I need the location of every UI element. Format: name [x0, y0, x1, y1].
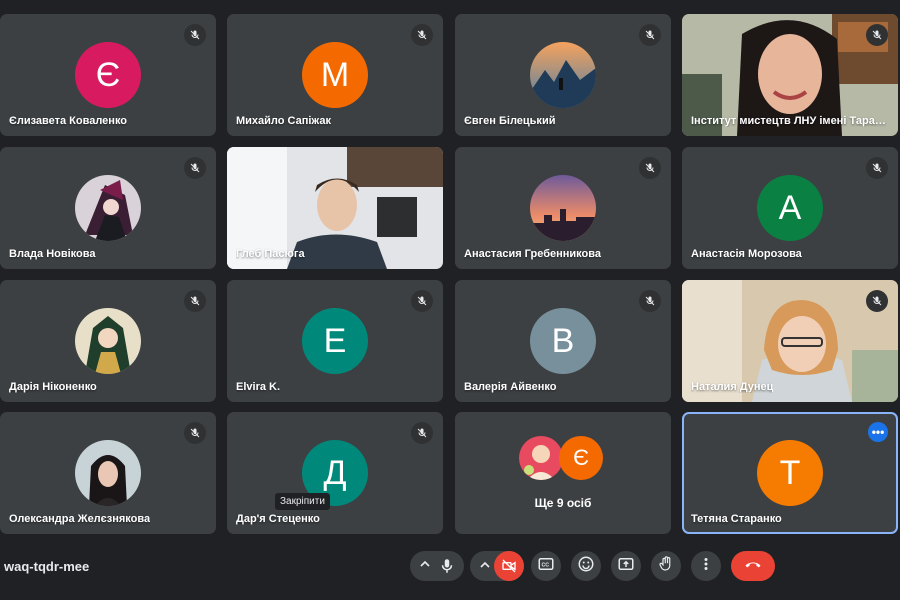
participant-name: Єлизавета Коваленко [9, 115, 128, 127]
avatar [75, 175, 141, 241]
avatar: E [302, 308, 368, 374]
mic-off-icon [866, 290, 888, 312]
participant-name: Олександра Желєзнякова [9, 513, 151, 525]
participant-name: Глеб Пасюга [236, 248, 305, 260]
more-options-icon[interactable]: ••• [868, 422, 888, 442]
chevron-up-icon[interactable] [479, 558, 491, 576]
mic-off-icon [411, 290, 433, 312]
avatar: В [530, 308, 596, 374]
participant-name: Elvira K. [236, 381, 281, 393]
captions-button[interactable]: CC [531, 551, 561, 581]
avatar: А [757, 175, 823, 241]
bottom-toolbar: waq-tqdr-mee CC [0, 540, 900, 600]
avatar: Є [559, 436, 603, 480]
participant-name: Михайло Сапіжак [236, 115, 331, 127]
mic-off-icon [639, 290, 661, 312]
leave-call-button[interactable] [731, 551, 775, 581]
participant-grid: Є Єлизавета Коваленко М Михайло Сапіжак Євге… [0, 14, 900, 536]
raise-hand-button[interactable] [651, 551, 681, 581]
others-tile[interactable]: Є Ще 9 осіб [455, 412, 671, 534]
participant-tile[interactable]: Є Єлизавета Коваленко [0, 14, 216, 136]
avatar: Є [75, 42, 141, 108]
avatar [519, 436, 563, 480]
participant-tile[interactable]: М Михайло Сапіжак [227, 14, 443, 136]
participant-tile[interactable]: Д Закріпити Дар'я Стеценко [227, 412, 443, 534]
participant-tile[interactable]: Т ••• Тетяна Старанко [682, 412, 898, 534]
hang-up-icon [743, 554, 763, 579]
mic-icon[interactable] [438, 557, 456, 580]
camera-off-icon[interactable] [494, 551, 524, 581]
participant-name: Інститут мистецтв ЛНУ імені Тараса... [691, 115, 887, 127]
mic-off-icon [411, 422, 433, 444]
mic-off-icon [639, 157, 661, 179]
avatar [75, 440, 141, 506]
avatar [530, 42, 596, 108]
more-vert-icon [697, 555, 715, 578]
mic-off-icon [866, 24, 888, 46]
avatar [530, 175, 596, 241]
participant-name: Дар'я Стеценко [236, 513, 320, 525]
reactions-button[interactable] [571, 551, 601, 581]
camera-control-group [470, 551, 524, 581]
participant-tile[interactable]: Євген Білецький [455, 14, 671, 136]
others-count-label: Ще 9 осіб [534, 496, 592, 510]
captions-icon: CC [537, 555, 555, 578]
participant-name: Євген Білецький [464, 115, 556, 127]
participant-tile[interactable]: Наталия Дунец [682, 280, 898, 402]
present-button[interactable] [611, 551, 641, 581]
participant-tile[interactable]: Олександра Желєзнякова [0, 412, 216, 534]
participant-name: Анастасія Морозова [691, 248, 802, 260]
hand-icon [657, 555, 675, 578]
emoji-icon [577, 555, 595, 578]
participant-tile[interactable]: Глеб Пасюга [227, 147, 443, 269]
mic-off-icon [639, 24, 661, 46]
mic-off-icon [866, 157, 888, 179]
mic-off-icon [184, 24, 206, 46]
participant-tile[interactable]: Дарія Ніконенко [0, 280, 216, 402]
participant-name: Влада Новікова [9, 248, 96, 260]
participant-tile[interactable]: Анастасия Гребенникова [455, 147, 671, 269]
others-avatars: Є [519, 436, 607, 480]
meeting-code: waq-tqdr-mee [4, 559, 90, 574]
pin-tooltip: Закріпити [275, 493, 330, 510]
mic-off-icon [411, 24, 433, 46]
participant-name: Дарія Ніконенко [9, 381, 97, 393]
avatar [75, 308, 141, 374]
mic-off-icon [184, 422, 206, 444]
svg-text:CC: CC [542, 562, 550, 568]
mic-off-icon [184, 290, 206, 312]
mic-off-icon [184, 157, 206, 179]
avatar: М [302, 42, 368, 108]
mic-control-group [410, 551, 464, 581]
participant-name: Анастасия Гребенникова [464, 248, 601, 260]
participant-name: Тетяна Старанко [691, 513, 782, 525]
participant-tile[interactable]: Влада Новікова [0, 147, 216, 269]
more-options-button[interactable] [691, 551, 721, 581]
participant-tile[interactable]: Інститут мистецтв ЛНУ імені Тараса... [682, 14, 898, 136]
participant-name: Наталия Дунец [691, 381, 774, 393]
participant-tile[interactable]: А Анастасія Морозова [682, 147, 898, 269]
present-icon [617, 555, 635, 578]
participant-name: Валерія Айвенко [464, 381, 557, 393]
chevron-up-icon[interactable] [419, 558, 431, 573]
participant-tile[interactable]: E Elvira K. [227, 280, 443, 402]
avatar: Т [757, 440, 823, 506]
participant-tile[interactable]: В Валерія Айвенко [455, 280, 671, 402]
